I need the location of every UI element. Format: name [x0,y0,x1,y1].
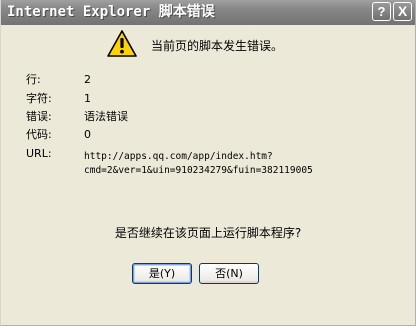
code-value: 0 [84,128,91,141]
url-line-2: cmd=2&ver=1&uin=910234279&fuin=382119005 [84,165,313,176]
error-label: 错误: [26,110,52,123]
yes-button[interactable]: 是(Y) [132,263,192,284]
line-value: 2 [84,73,91,86]
title-bar[interactable]: Internet Explorer 脚本错误 ? X [1,0,415,25]
close-button[interactable]: X [393,2,412,21]
help-button[interactable]: ? [372,2,391,21]
line-label: 行: [26,73,41,86]
close-icon: X [397,3,408,19]
char-label: 字符: [26,92,52,105]
help-icon: ? [377,4,386,19]
continue-question: 是否继续在该页面上运行脚本程序? [114,226,302,240]
url-label: URL: [26,147,52,160]
error-message: 当前页的脚本发生错误。 [151,39,284,53]
url-line-1: http://apps.qq.com/app/index.htm? [84,151,273,162]
char-value: 1 [84,92,91,105]
warning-icon [107,30,137,57]
code-label: 代码: [26,128,52,141]
script-error-dialog: Internet Explorer 脚本错误 ? X 当前页的脚本发生错误。 行… [0,0,416,326]
window-title: Internet Explorer 脚本错误 [7,4,215,20]
error-value: 语法错误 [84,110,128,123]
no-button[interactable]: 否(N) [199,263,259,284]
